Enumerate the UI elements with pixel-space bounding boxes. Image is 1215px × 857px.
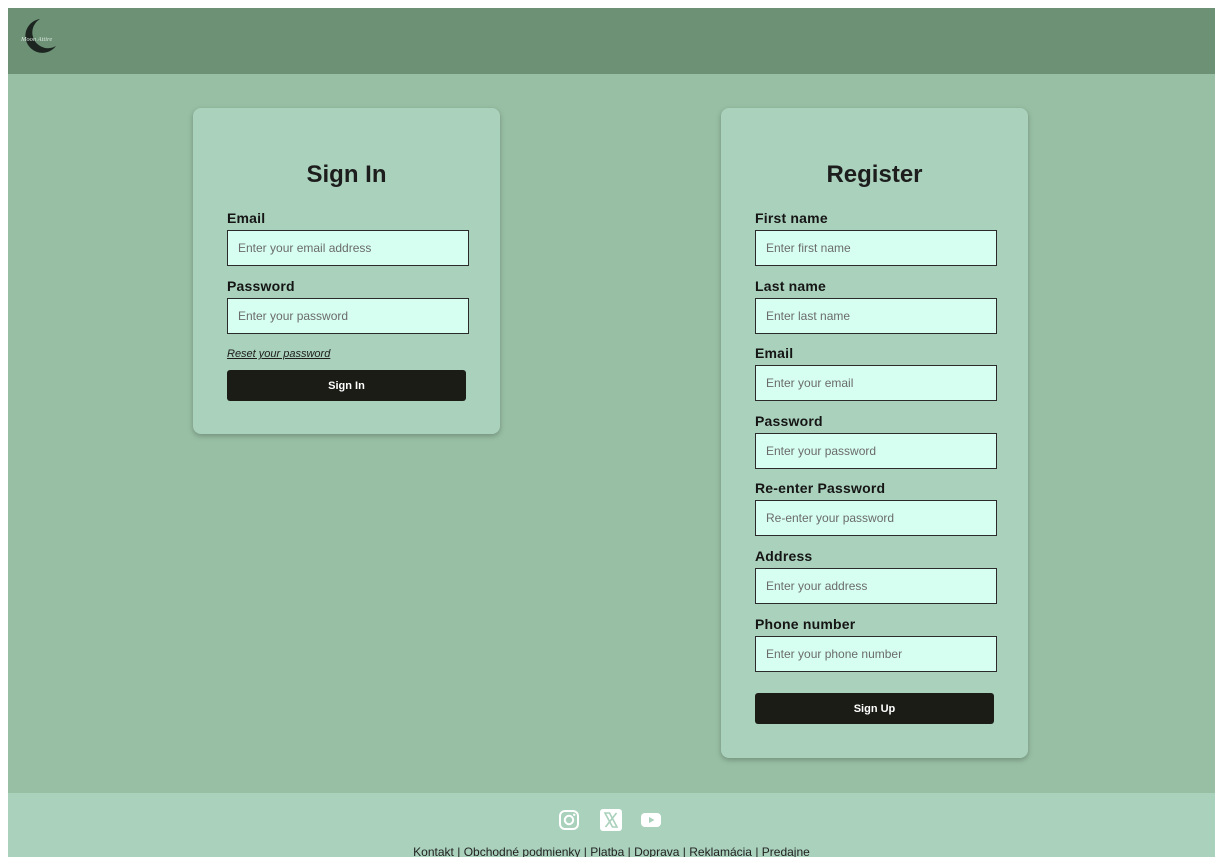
- reenter-password-input[interactable]: [755, 500, 997, 536]
- sign-in-card: Sign In Email Password Reset your passwo…: [193, 108, 500, 434]
- logo-text: Moon Attire: [20, 36, 52, 43]
- footer-link-predajne[interactable]: Predajne: [762, 845, 810, 857]
- footer-separator: |: [627, 845, 631, 857]
- register-password-input[interactable]: [755, 433, 997, 469]
- register-card: Register First name Last name Email Pass…: [721, 108, 1028, 758]
- reset-password-link[interactable]: Reset your password: [227, 348, 330, 360]
- moon-logo[interactable]: Moon Attire: [16, 16, 62, 54]
- sign-up-button[interactable]: Sign Up: [755, 693, 994, 724]
- page: Moon Attire Sign In Email Password Reset…: [8, 8, 1215, 857]
- register-email-input[interactable]: [755, 365, 997, 401]
- footer-separator: |: [583, 845, 587, 857]
- last-name-label: Last name: [755, 278, 827, 294]
- instagram-icon[interactable]: [558, 809, 580, 831]
- footer-link-reklamacia[interactable]: Reklamácia: [689, 845, 752, 857]
- first-name-input[interactable]: [755, 230, 997, 266]
- top-header: Moon Attire: [8, 8, 1215, 74]
- sign-in-title: Sign In: [306, 161, 387, 188]
- footer-link-platba[interactable]: Platba: [590, 845, 624, 857]
- youtube-icon[interactable]: [640, 809, 662, 831]
- first-name-label: First name: [755, 210, 828, 226]
- x-icon[interactable]: [600, 809, 622, 831]
- footer-link-obchodne-podmienky[interactable]: Obchodné podmienky: [464, 845, 581, 857]
- footer-separator: |: [755, 845, 759, 857]
- sign-in-button[interactable]: Sign In: [227, 370, 466, 401]
- register-email-label: Email: [755, 345, 794, 361]
- footer-separator: |: [457, 845, 461, 857]
- footer-separator: |: [682, 845, 686, 857]
- sign-in-email-input[interactable]: [227, 230, 469, 266]
- reenter-password-label: Re-enter Password: [755, 480, 886, 496]
- sign-in-password-label: Password: [227, 278, 295, 294]
- register-title: Register: [826, 161, 923, 188]
- phone-number-input[interactable]: [755, 636, 997, 672]
- phone-number-label: Phone number: [755, 616, 856, 632]
- register-password-label: Password: [755, 413, 823, 429]
- sign-in-password-input[interactable]: [227, 298, 469, 334]
- footer-links: Kontakt | Obchodné podmienky | Platba | …: [8, 845, 1215, 857]
- address-label: Address: [755, 548, 813, 564]
- footer-link-doprava[interactable]: Doprava: [634, 845, 679, 857]
- footer: Kontakt | Obchodné podmienky | Platba | …: [8, 793, 1215, 857]
- address-input[interactable]: [755, 568, 997, 604]
- footer-link-kontakt[interactable]: Kontakt: [413, 845, 454, 857]
- last-name-input[interactable]: [755, 298, 997, 334]
- sign-in-email-label: Email: [227, 210, 266, 226]
